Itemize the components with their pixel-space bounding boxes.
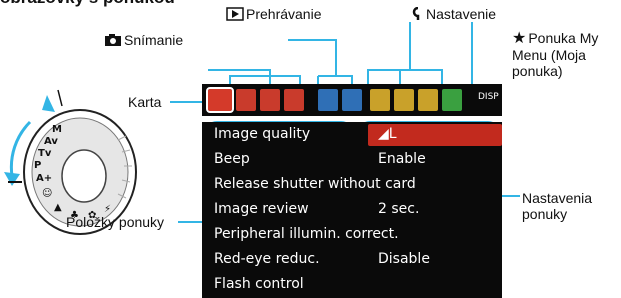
menu-row[interactable]: Red-eye reduc. Disable xyxy=(202,249,502,271)
menu-row[interactable]: Image review 2 sec. xyxy=(202,199,502,221)
menu-item-label: Peripheral illumin. correct. xyxy=(214,226,399,242)
label-menu-settings: Nastavenia ponuky xyxy=(522,190,593,222)
tab-setup-3[interactable] xyxy=(418,89,438,111)
label-mymenu: ★ Ponuka My Menu (Moja ponuka) xyxy=(512,30,599,80)
tab-playback-1[interactable] xyxy=(318,89,338,111)
svg-text:Av: Av xyxy=(44,136,58,147)
play-icon xyxy=(226,7,244,24)
svg-text:Tv: Tv xyxy=(38,148,52,159)
menu-item-value: Enable xyxy=(378,151,426,167)
tab-playback-2[interactable] xyxy=(342,89,362,111)
menu-row[interactable]: Image quality ◢L xyxy=(202,124,502,146)
tab-mymenu[interactable] xyxy=(442,89,462,111)
svg-text:☺: ☺ xyxy=(42,188,52,199)
disp-indicator: DISP xyxy=(478,92,499,102)
wrench-icon xyxy=(412,6,424,24)
menu-item-label: Red-eye reduc. xyxy=(214,251,320,267)
label-shooting: Snímanie xyxy=(104,32,183,50)
tab-shooting-2[interactable] xyxy=(236,89,256,111)
menu-item-label: Release shutter without card xyxy=(214,176,416,192)
menu-item-label: Image quality xyxy=(214,126,311,142)
menu-row[interactable]: Beep Enable xyxy=(202,149,502,171)
svg-text:M: M xyxy=(52,124,62,135)
mode-dial: MAvTv PA+☺ ▲♣ ✿ ⚡ xyxy=(4,89,137,235)
menu-item-label: Beep xyxy=(214,151,250,167)
tab-shooting-1[interactable] xyxy=(206,87,234,113)
svg-text:A+: A+ xyxy=(36,173,52,184)
camera-menu-screen: DISP Image quality ◢L Beep Enable Release sh… xyxy=(202,84,502,298)
tab-setup-1[interactable] xyxy=(370,89,390,111)
dial-rotation-arrowhead-bottom xyxy=(4,172,20,186)
menu-item-label: Image review xyxy=(214,201,309,217)
menu-tab-bar xyxy=(202,84,502,116)
menu-row[interactable]: Flash control xyxy=(202,274,502,296)
menu-item-label: Flash control xyxy=(214,276,304,292)
menu-row[interactable]: Release shutter without card xyxy=(202,174,502,196)
dial-center xyxy=(61,149,107,203)
menu-item-value: 2 sec. xyxy=(378,201,420,217)
label-menu-items: Položky ponuky xyxy=(66,214,165,230)
tab-shooting-3[interactable] xyxy=(260,89,280,111)
tab-setup-2[interactable] xyxy=(394,89,414,111)
menu-item-value: ◢L xyxy=(378,126,397,142)
playback-bracket xyxy=(288,39,353,84)
setup-bracket xyxy=(367,22,443,84)
label-tab: Karta xyxy=(128,94,162,110)
dial-pointer xyxy=(57,89,63,107)
menu-item-value: Disable xyxy=(378,251,430,267)
svg-text:▲: ▲ xyxy=(54,202,62,213)
camera-icon xyxy=(104,33,122,50)
star-icon: ★ xyxy=(512,30,527,48)
menu-rows: Image quality ◢L Beep Enable Release shutter… xyxy=(202,122,502,298)
tab-shooting-4[interactable] xyxy=(284,89,304,111)
label-playback: Prehrávanie xyxy=(226,6,322,24)
dial-rotation-arrowhead-top xyxy=(42,95,55,112)
menu-row[interactable]: Peripheral illumin. correct. xyxy=(202,224,502,246)
label-setup: Nastavenie xyxy=(412,6,496,24)
svg-text:P: P xyxy=(34,160,41,171)
